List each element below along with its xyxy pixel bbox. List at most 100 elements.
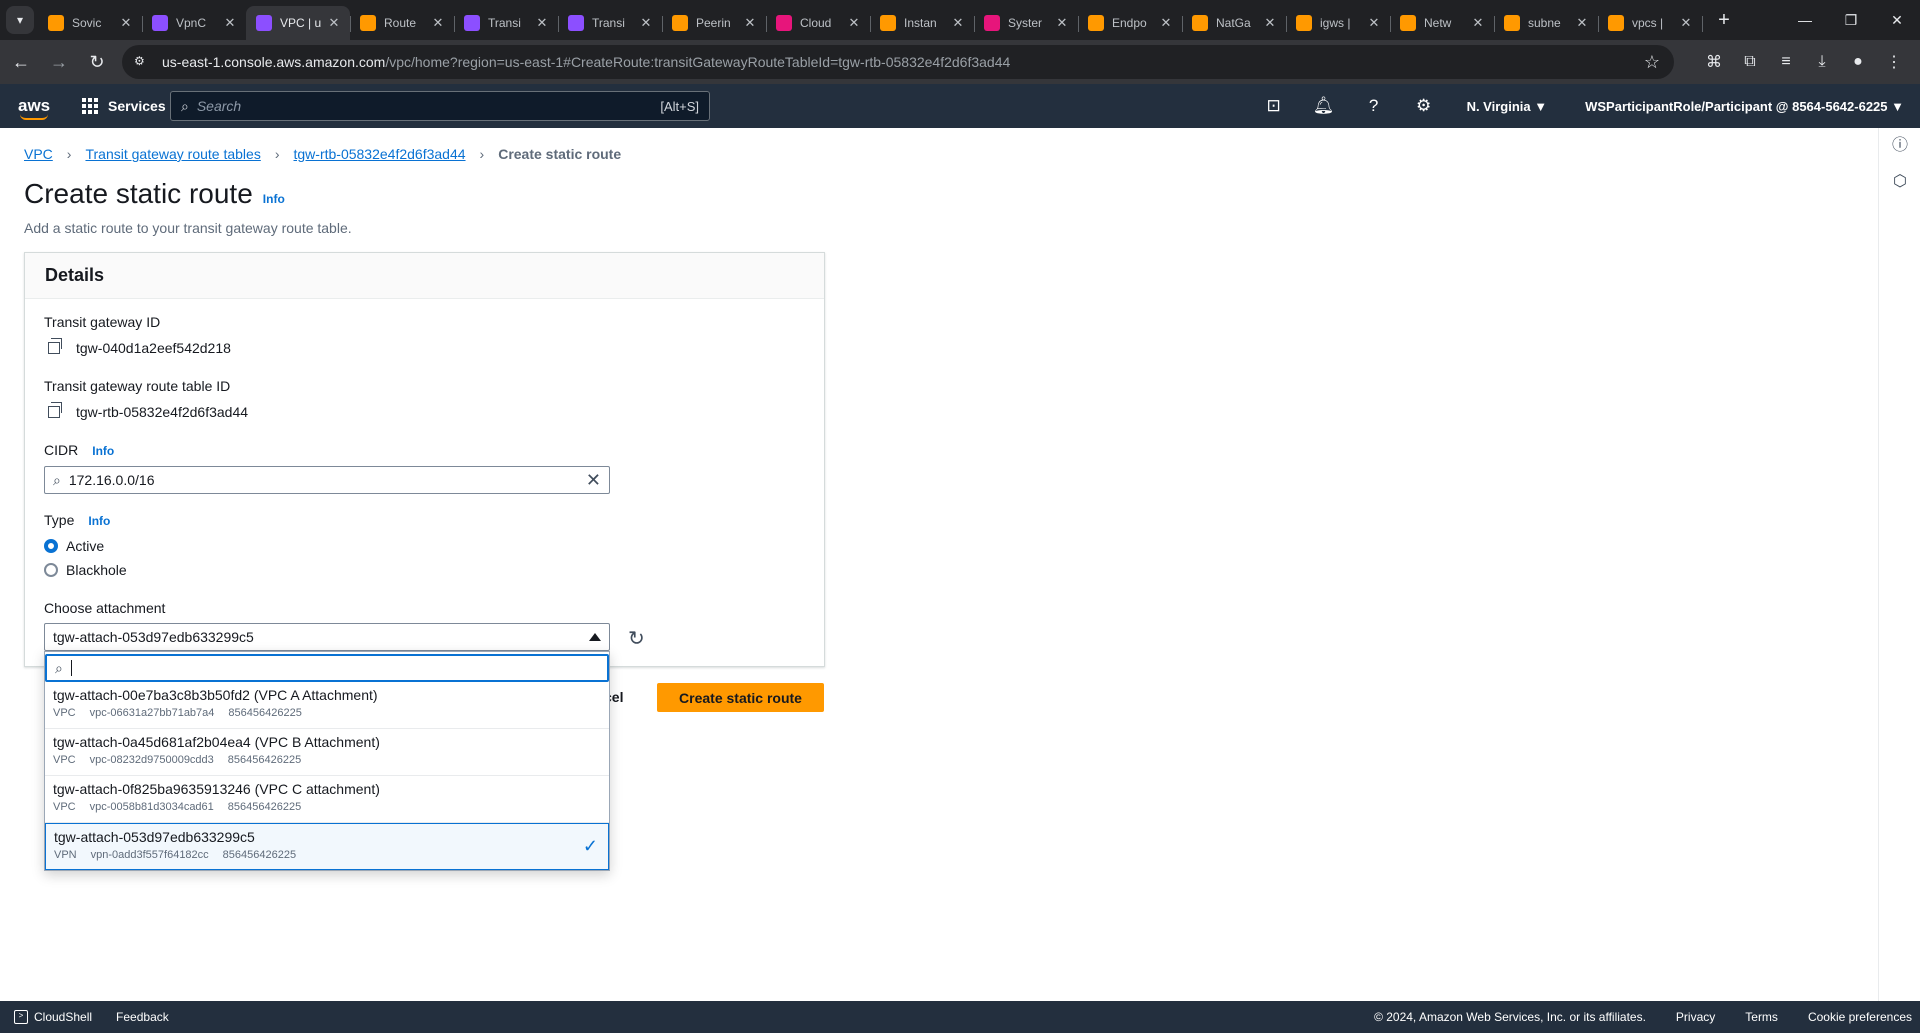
tab-title: Transi <box>592 16 625 30</box>
refresh-icon[interactable]: ↻ <box>628 626 645 651</box>
radio-active-icon[interactable] <box>44 539 58 553</box>
browser-tab[interactable]: NatGa ✕ <box>1182 6 1287 40</box>
profile-icon[interactable]: ● <box>1840 45 1876 79</box>
site-info-icon[interactable]: ⚙ <box>134 54 150 70</box>
browser-tab[interactable]: Peerin ✕ <box>662 6 767 40</box>
services-button[interactable]: Services <box>82 98 166 114</box>
browser-tab[interactable]: VpnC ✕ <box>142 6 247 40</box>
browser-tab[interactable]: Endpo ✕ <box>1078 6 1183 40</box>
cidr-info-link[interactable]: Info <box>92 444 114 458</box>
extensions-icon[interactable]: ⧉ <box>1732 45 1768 79</box>
breadcrumb-current: Create static route <box>498 146 622 162</box>
cookie-preferences-link[interactable]: Cookie preferences <box>1808 1010 1912 1024</box>
breadcrumb-route-tables[interactable]: Transit gateway route tables <box>85 146 260 162</box>
browser-tab[interactable]: Sovic ✕ <box>38 6 143 40</box>
menu-icon[interactable]: ⋮ <box>1876 45 1912 79</box>
browser-tab[interactable]: VPC | u ✕ <box>246 6 351 40</box>
cloudshell-icon[interactable]: ⊡ <box>1249 96 1299 116</box>
copy-icon[interactable] <box>48 338 62 354</box>
browser-tab[interactable]: Transi ✕ <box>558 6 663 40</box>
dropdown-option[interactable]: tgw-attach-00e7ba3c8b3b50fd2 (VPC A Atta… <box>45 682 609 729</box>
tab-close-icon[interactable]: ✕ <box>118 15 134 31</box>
console-search-input[interactable]: ⌕ Search [Alt+S] <box>170 91 710 121</box>
copy-icon[interactable] <box>48 402 62 418</box>
forward-icon[interactable]: → <box>42 45 76 79</box>
translate-icon[interactable]: ⌘ <box>1696 45 1732 79</box>
help-icon[interactable]: ? <box>1349 96 1399 116</box>
breadcrumb-route-table[interactable]: tgw-rtb-05832e4f2d6f3ad44 <box>294 146 466 162</box>
browser-tab[interactable]: igws | ✕ <box>1286 6 1391 40</box>
tab-favicon-icon <box>1192 15 1208 31</box>
account-menu[interactable]: WSParticipantRole/Participant @ 8564-564… <box>1585 99 1904 114</box>
tab-close-icon[interactable]: ✕ <box>1158 15 1174 31</box>
tab-close-icon[interactable]: ✕ <box>1678 15 1694 31</box>
create-static-route-button[interactable]: Create static route <box>657 683 824 712</box>
cloudshell-link[interactable]: > CloudShell <box>14 1010 92 1024</box>
notifications-icon[interactable]: 🔔︎ <box>1299 96 1349 116</box>
dropdown-option[interactable]: tgw-attach-0a45d681af2b04ea4 (VPC B Atta… <box>45 729 609 776</box>
tab-close-icon[interactable]: ✕ <box>1574 15 1590 31</box>
radio-active[interactable]: Active <box>44 538 104 554</box>
tab-search-button[interactable]: ▾ <box>6 6 34 34</box>
address-bar[interactable]: ⚙ us-east-1.console.aws.amazon.com/vpc/h… <box>122 45 1674 79</box>
option-tag-acct: 856456426225 <box>227 801 302 813</box>
terms-link[interactable]: Terms <box>1745 1010 1778 1024</box>
tab-close-icon[interactable]: ✕ <box>430 15 446 31</box>
browser-tab[interactable]: vpcs | ✕ <box>1598 6 1703 40</box>
tab-close-icon[interactable]: ✕ <box>1262 15 1278 31</box>
tab-close-icon[interactable]: ✕ <box>1470 15 1486 31</box>
tab-close-icon[interactable]: ✕ <box>846 15 862 31</box>
clear-icon[interactable]: ✕ <box>586 470 601 491</box>
cidr-input[interactable]: ⌕ 172.16.0.0/16 ✕ <box>44 466 610 494</box>
privacy-link[interactable]: Privacy <box>1676 1010 1715 1024</box>
browser-toolbar: ← → ↻ ⚙ us-east-1.console.aws.amazon.com… <box>0 40 1920 84</box>
close-window-icon[interactable]: ✕ <box>1874 0 1920 40</box>
tab-close-icon[interactable]: ✕ <box>1054 15 1070 31</box>
dropdown-option[interactable]: tgw-attach-0f825ba9635913246 (VPC C atta… <box>45 776 609 823</box>
page-info-link[interactable]: Info <box>263 192 285 206</box>
dropdown-filter-input[interactable]: ⌕ <box>45 654 609 682</box>
tab-close-icon[interactable]: ✕ <box>950 15 966 31</box>
tab-title: NatGa <box>1216 16 1251 30</box>
radio-blackhole-icon[interactable] <box>44 563 58 577</box>
tab-close-icon[interactable]: ✕ <box>638 15 654 31</box>
settings-icon[interactable]: ⚙ <box>1399 96 1449 116</box>
feedback-link[interactable]: Feedback <box>116 1010 169 1024</box>
restore-icon[interactable]: ❐ <box>1828 0 1874 40</box>
tgw-id-value: tgw-040d1a2eef542d218 <box>48 338 231 356</box>
tab-close-icon[interactable]: ✕ <box>534 15 550 31</box>
option-tag-acct: 856456426225 <box>222 849 297 861</box>
breadcrumb-vpc[interactable]: VPC <box>24 146 53 162</box>
browser-tab[interactable]: Instan ✕ <box>870 6 975 40</box>
download-icon[interactable]: ⤓ <box>1804 45 1840 79</box>
bookmark-star-icon[interactable]: ☆ <box>1644 52 1660 73</box>
dropdown-option[interactable]: tgw-attach-053d97edb633299c5 VPN vpn-0add3… <box>45 823 609 870</box>
info-panel-icon[interactable]: ⓘ <box>1879 128 1920 164</box>
attachment-select[interactable]: tgw-attach-053d97edb633299c5 <box>44 623 610 651</box>
tab-favicon-icon <box>152 15 168 31</box>
new-tab-button[interactable]: + <box>1712 9 1736 32</box>
tab-close-icon[interactable]: ✕ <box>326 15 342 31</box>
browser-tab[interactable]: subne ✕ <box>1494 6 1599 40</box>
media-icon[interactable]: ≡ <box>1768 45 1804 79</box>
attachment-label: Choose attachment <box>44 600 165 616</box>
chevron-right-icon: › <box>274 146 280 162</box>
type-info-link[interactable]: Info <box>88 514 110 528</box>
aws-logo[interactable]: aws <box>18 96 52 120</box>
browser-tab[interactable]: Route ✕ <box>350 6 455 40</box>
minimize-icon[interactable]: — <box>1782 0 1828 40</box>
rtb-id-label-text: Transit gateway route table ID <box>44 378 231 394</box>
tab-close-icon[interactable]: ✕ <box>742 15 758 31</box>
back-icon[interactable]: ← <box>4 45 38 79</box>
browser-tab[interactable]: Syster ✕ <box>974 6 1079 40</box>
tab-close-icon[interactable]: ✕ <box>222 15 238 31</box>
region-selector[interactable]: N. Virginia ▼ <box>1467 99 1548 114</box>
tab-close-icon[interactable]: ✕ <box>1366 15 1382 31</box>
reload-icon[interactable]: ↻ <box>80 45 114 79</box>
browser-tab[interactable]: Transi ✕ <box>454 6 559 40</box>
browser-tab[interactable]: Cloud ✕ <box>766 6 871 40</box>
hexagon-icon[interactable]: ⬡ <box>1879 164 1920 200</box>
radio-blackhole[interactable]: Blackhole <box>44 562 127 578</box>
console-footer: > CloudShell Feedback © 2024, Amazon Web… <box>0 1001 1920 1033</box>
browser-tab[interactable]: Netw ✕ <box>1390 6 1495 40</box>
